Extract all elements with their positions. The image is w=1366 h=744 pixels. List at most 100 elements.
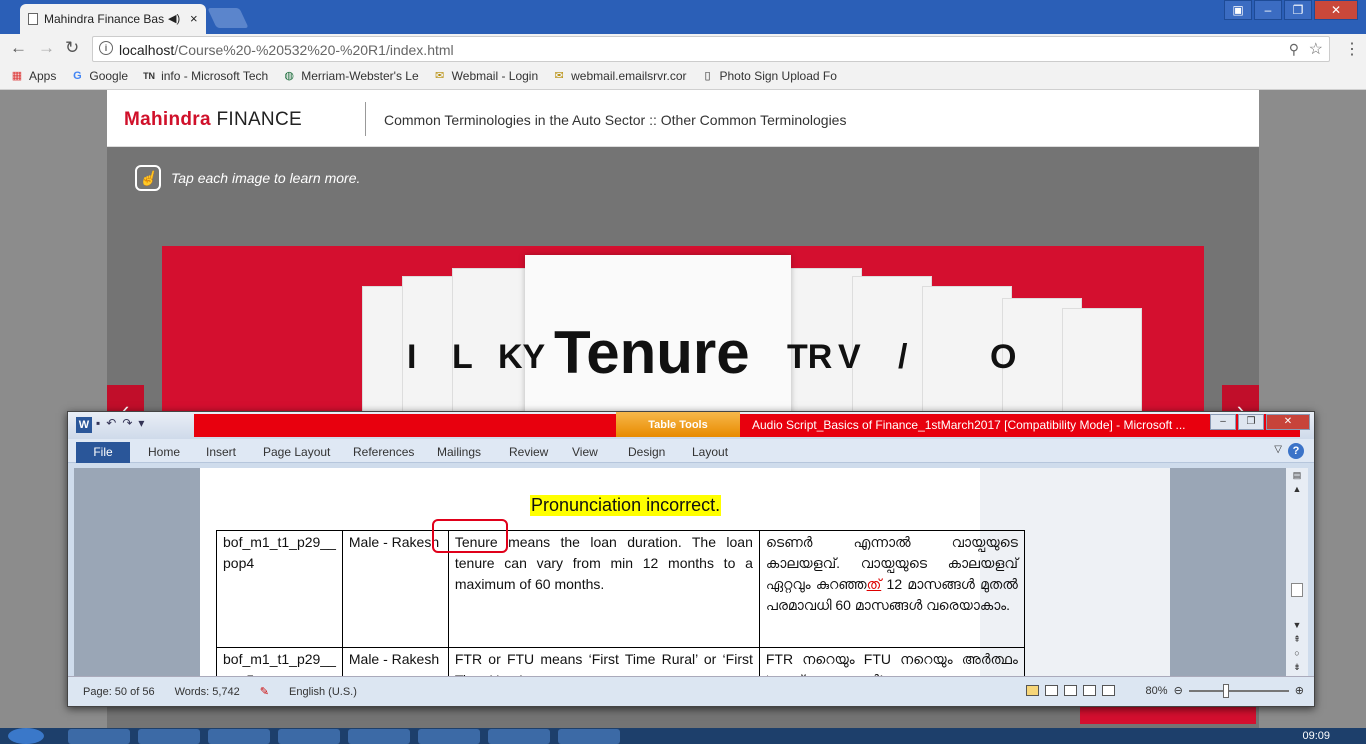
zoom-slider-knob[interactable] [1222, 683, 1229, 698]
tab-references[interactable]: References [353, 445, 414, 459]
outline-icon[interactable] [1083, 685, 1096, 696]
mail-icon: ✉ [435, 69, 445, 82]
apps-grid-icon: ▦ [11, 69, 23, 82]
help-icon[interactable]: ? [1288, 443, 1304, 459]
close-window-button[interactable]: ✕ [1314, 0, 1358, 20]
draft-icon[interactable] [1102, 685, 1115, 696]
page-count[interactable]: Page: 50 of 56 [83, 686, 155, 698]
browser-titlebar: Mahindra Finance Bas ◀) × ▣ – ❐ ✕ [0, 0, 1366, 34]
maximize-button[interactable]: ❐ [1284, 0, 1312, 20]
script-table[interactable]: bof_m1_t1_p29__ pop4 Male - Rakesh Tenur… [216, 530, 1025, 676]
zoom-icon[interactable]: ⚲ [1289, 41, 1299, 58]
table-cell-id[interactable]: bof_m1_t1_p29__ pop5 [216, 647, 343, 676]
start-button[interactable] [8, 728, 44, 744]
browser-toolbar: ← → ↻ i localhost/Course%20-%20532%20-%2… [0, 34, 1366, 62]
word-window: W ▪ ↶ ↷ ▾ Table Tools Audio Script_Basic… [67, 411, 1315, 707]
undo-icon[interactable]: ↶ [106, 416, 116, 430]
page-favicon-icon [28, 13, 38, 25]
tab-home[interactable]: Home [148, 445, 180, 459]
bookmark-webmail-emailsrvr[interactable]: ✉ webmail.emailsrvr.cor [552, 69, 687, 83]
vertical-scrollbar[interactable]: ▤ ▲ ▼ ⇞ ○ ⇟ [1286, 468, 1308, 676]
course-header: Mahindra FINANCE Common Terminologies in… [107, 90, 1259, 147]
bookmark-apps[interactable]: ▦ Apps [10, 69, 57, 83]
ruler-toggle-icon[interactable]: ▤ [1286, 468, 1308, 482]
reload-icon[interactable]: ↻ [65, 38, 79, 58]
tab-review[interactable]: Review [509, 445, 548, 459]
prev-page-icon[interactable]: ⇞ [1286, 632, 1308, 646]
word-close-button[interactable]: ✕ [1266, 414, 1310, 430]
bookmark-webmail-login[interactable]: ✉ Webmail - Login [433, 69, 538, 83]
taskbar-app-icon[interactable] [558, 729, 620, 744]
browser-tab[interactable]: Mahindra Finance Bas ◀) × [20, 4, 206, 34]
tab-design[interactable]: Design [628, 445, 665, 459]
taskbar-app-icon[interactable] [278, 729, 340, 744]
file-tab[interactable]: File [76, 442, 130, 463]
taskbar-app-icon[interactable] [138, 729, 200, 744]
scroll-thumb[interactable] [1291, 583, 1303, 597]
scroll-up-icon[interactable]: ▲ [1286, 482, 1308, 496]
new-tab-button[interactable] [207, 8, 249, 28]
tab-insert[interactable]: Insert [206, 445, 236, 459]
qat-customize-icon[interactable]: ▾ [138, 416, 144, 430]
bookmark-photo-sign[interactable]: ▯ Photo Sign Upload Fo [701, 69, 836, 83]
table-row: bof_m1_t1_p29__ pop4 Male - Rakesh Tenur… [216, 530, 1025, 648]
site-info-icon[interactable]: i [99, 41, 113, 55]
next-page-icon[interactable]: ⇟ [1286, 660, 1308, 674]
page-icon: ▯ [704, 69, 711, 82]
table-cell-english[interactable]: FTR or FTU means ‘First Time Rural’ or ‘… [447, 647, 760, 676]
term-card[interactable] [1062, 308, 1142, 428]
table-cell-speaker[interactable]: Male - Rakesh [341, 647, 449, 676]
zoom-level[interactable]: 80% [1146, 685, 1168, 697]
language-indicator[interactable]: English (U.S.) [289, 686, 357, 698]
zoom-slider[interactable] [1188, 683, 1289, 698]
table-cell-malayalam[interactable]: ടെണർ എന്നാൽ വായ്പയുടെ കാലയളവ്. വായ്പയുടെ… [758, 530, 1025, 648]
taskbar-app-icon[interactable] [68, 729, 130, 744]
chrome-menu-icon[interactable]: ⋮ [1344, 39, 1360, 59]
close-tab-icon[interactable]: × [190, 11, 198, 26]
table-cell-malayalam[interactable]: FTR നറെയും FTU നറെയും അർത്ഥം ‘ഫസ്റ്റ് ടൈ… [758, 647, 1025, 676]
taskbar-app-icon[interactable] [208, 729, 270, 744]
taskbar-app-icon[interactable] [488, 729, 550, 744]
term-fragment: KY [498, 338, 546, 376]
zoom-out-icon[interactable]: ⊖ [1174, 684, 1183, 697]
word-count[interactable]: Words: 5,742 [175, 686, 240, 698]
table-row: bof_m1_t1_p29__ pop5 Male - Rakesh FTR o… [216, 647, 1025, 676]
header-divider [365, 102, 366, 136]
url-path: /Course%20-%20532%20-%20R1/index.html [174, 42, 454, 58]
tap-hand-icon: ☝ [135, 165, 161, 191]
word-app-icon[interactable]: W [76, 417, 92, 433]
bookmark-google[interactable]: G Google [70, 69, 128, 83]
system-clock[interactable]: 09:09 [1302, 730, 1330, 742]
forward-arrow-icon[interactable]: → [38, 38, 55, 58]
word-minimize-button[interactable]: – [1210, 414, 1236, 430]
scroll-down-icon[interactable]: ▼ [1286, 618, 1308, 632]
tab-page-layout[interactable]: Page Layout [263, 445, 330, 459]
full-screen-reading-icon[interactable] [1045, 685, 1058, 696]
save-icon[interactable]: ▪ [96, 416, 100, 430]
taskbar-app-icon[interactable] [418, 729, 480, 744]
browse-object-icon[interactable]: ○ [1286, 646, 1308, 660]
tab-mailings[interactable]: Mailings [437, 445, 481, 459]
print-layout-icon[interactable] [1026, 685, 1039, 696]
table-cell-id[interactable]: bof_m1_t1_p29__ pop4 [216, 530, 343, 648]
proofing-icon[interactable]: ✎ [260, 685, 269, 698]
web-layout-icon[interactable] [1064, 685, 1077, 696]
word-restore-button[interactable]: ❐ [1238, 414, 1264, 430]
audio-playing-icon[interactable]: ◀) [168, 12, 180, 25]
back-arrow-icon[interactable]: ← [10, 38, 27, 58]
taskbar-apps [68, 729, 620, 744]
taskbar-app-icon[interactable] [348, 729, 410, 744]
redo-icon[interactable]: ↷ [122, 416, 132, 430]
term-fragment: TR [787, 338, 833, 376]
bookmark-merriam-webster[interactable]: ◍ Merriam-Webster's Le [282, 69, 418, 83]
minimize-button[interactable]: – [1254, 0, 1282, 20]
bookmark-technet[interactable]: TN info - Microsoft Tech [142, 69, 268, 83]
tab-title: Mahindra Finance Bas [44, 12, 165, 26]
tab-view[interactable]: View [572, 445, 598, 459]
address-bar[interactable]: i localhost/Course%20-%20532%20-%20R1/in… [92, 36, 1330, 62]
zoom-in-icon[interactable]: ⊕ [1295, 684, 1304, 697]
bookmark-star-icon[interactable]: ☆ [1309, 39, 1323, 59]
tab-layout[interactable]: Layout [692, 445, 728, 459]
profile-icon[interactable]: ▣ [1224, 0, 1252, 20]
ribbon-collapse-icon[interactable]: ▽ [1274, 444, 1282, 455]
